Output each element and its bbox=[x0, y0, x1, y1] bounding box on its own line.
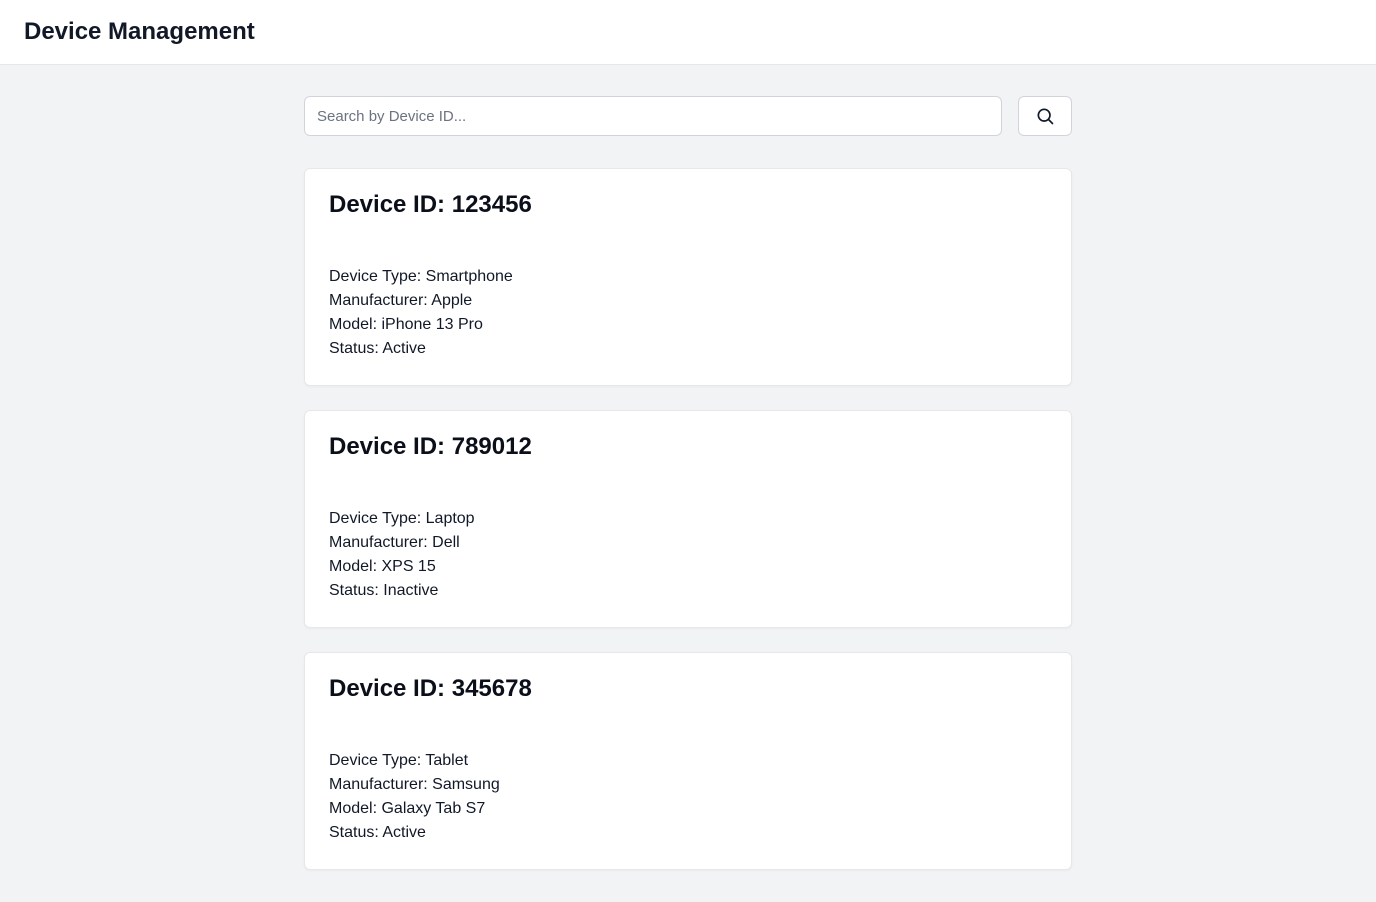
device-manufacturer: Manufacturer: Dell bbox=[329, 534, 460, 551]
device-id-heading: Device ID: 123456 bbox=[329, 191, 532, 218]
device-type: Device Type: Smartphone bbox=[329, 268, 513, 285]
search-bar bbox=[304, 96, 1072, 136]
device-type: Device Type: Laptop bbox=[329, 510, 475, 527]
device-model: Model: iPhone 13 Pro bbox=[329, 316, 483, 333]
page-title: Device Management bbox=[24, 18, 255, 45]
device-card: Device ID: 123456 Device Type: Smartphon… bbox=[304, 168, 1072, 386]
search-button[interactable] bbox=[1018, 96, 1072, 136]
device-manufacturer: Manufacturer: Apple bbox=[329, 292, 473, 309]
device-id-heading: Device ID: 345678 bbox=[329, 675, 532, 702]
device-status: Status: Active bbox=[329, 340, 426, 357]
device-model: Model: Galaxy Tab S7 bbox=[329, 800, 486, 817]
device-card: Device ID: 789012 Device Type: Laptop Ma… bbox=[304, 410, 1072, 628]
device-manufacturer: Manufacturer: Samsung bbox=[329, 776, 500, 793]
device-details: Device Type: Smartphone Manufacturer: Ap… bbox=[329, 265, 513, 361]
device-status: Status: Inactive bbox=[329, 582, 439, 599]
device-card: Device ID: 345678 Device Type: Tablet Ma… bbox=[304, 652, 1072, 870]
device-type: Device Type: Tablet bbox=[329, 752, 469, 769]
device-model: Model: XPS 15 bbox=[329, 558, 436, 575]
device-details: Device Type: Laptop Manufacturer: Dell M… bbox=[329, 507, 475, 603]
search-input[interactable] bbox=[304, 96, 1002, 136]
device-status: Status: Active bbox=[329, 824, 426, 841]
device-id-heading: Device ID: 789012 bbox=[329, 433, 532, 460]
device-list: Device ID: 123456 Device Type: Smartphon… bbox=[304, 168, 1072, 894]
top-bar: Device Management bbox=[0, 0, 1376, 65]
search-icon bbox=[1035, 106, 1055, 126]
device-details: Device Type: Tablet Manufacturer: Samsun… bbox=[329, 749, 500, 845]
